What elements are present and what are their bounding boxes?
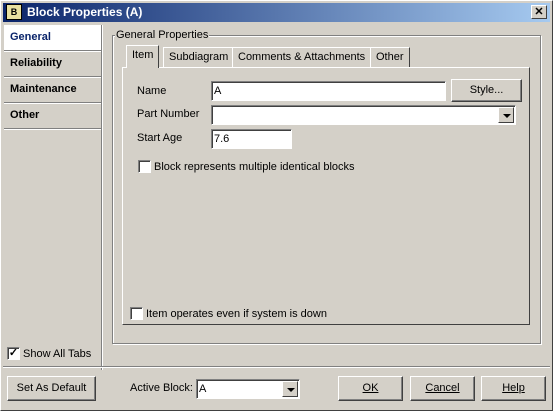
cancel-button[interactable]: Cancel: [410, 376, 475, 401]
tab-other[interactable]: Other: [370, 47, 410, 67]
footer-divider: [3, 366, 550, 368]
checkbox-box[interactable]: [138, 160, 151, 173]
show-all-tabs-label: Show All Tabs: [23, 347, 92, 360]
part-number-dropdown[interactable]: [211, 105, 516, 125]
nav-item-other[interactable]: Other: [4, 103, 101, 129]
operates-when-down-label: Item operates even if system is down: [146, 307, 327, 320]
chevron-down-icon[interactable]: [498, 107, 514, 123]
active-block-label: Active Block:: [130, 382, 193, 394]
nav-item-maintenance[interactable]: Maintenance: [4, 77, 101, 103]
start-age-label: Start Age: [137, 132, 183, 144]
active-block-dropdown[interactable]: A: [196, 379, 300, 399]
help-label: Help: [502, 382, 525, 394]
window-title: Block Properties (A): [27, 5, 143, 19]
active-block-value: A: [199, 383, 207, 395]
operates-when-down-checkbox[interactable]: Item operates even if system is down: [130, 307, 327, 320]
checkbox-box[interactable]: [130, 307, 143, 320]
name-label: Name: [137, 85, 167, 97]
tab-item[interactable]: Item: [126, 45, 160, 68]
set-as-default-button[interactable]: Set As Default: [7, 376, 96, 401]
ok-button[interactable]: OK: [338, 376, 403, 401]
show-all-tabs-checkbox[interactable]: ✓ Show All Tabs: [7, 347, 91, 360]
help-button[interactable]: Help: [481, 376, 546, 401]
app-icon: B: [6, 4, 22, 20]
nav-item-general[interactable]: General: [4, 25, 101, 51]
nav-divider: [101, 25, 103, 370]
cancel-label: Cancel: [425, 382, 460, 394]
category-nav: General Reliability Maintenance Other: [4, 25, 101, 370]
tab-comments-attachments[interactable]: Comments & Attachments: [232, 47, 372, 67]
multiple-blocks-label: Block represents multiple identical bloc…: [154, 160, 355, 173]
tab-subdiagram[interactable]: Subdiagram: [163, 47, 235, 67]
group-title: General Properties: [115, 29, 210, 41]
multiple-blocks-checkbox[interactable]: Block represents multiple identical bloc…: [138, 160, 355, 173]
checkmark-icon[interactable]: ✓: [7, 347, 20, 360]
name-input[interactable]: A: [211, 81, 446, 101]
part-number-label: Part Number: [137, 108, 200, 120]
chevron-down-icon[interactable]: [282, 381, 298, 397]
nav-item-reliability[interactable]: Reliability: [4, 51, 101, 77]
style-button[interactable]: Style...: [451, 79, 522, 102]
dialog-window: B Block Properties (A) ✕ General Reliabi…: [0, 0, 553, 411]
start-age-input[interactable]: 7.6: [211, 129, 292, 149]
ok-label: OK: [362, 382, 379, 394]
close-button[interactable]: ✕: [531, 5, 547, 19]
title-bar[interactable]: B Block Properties (A) ✕: [3, 3, 550, 22]
